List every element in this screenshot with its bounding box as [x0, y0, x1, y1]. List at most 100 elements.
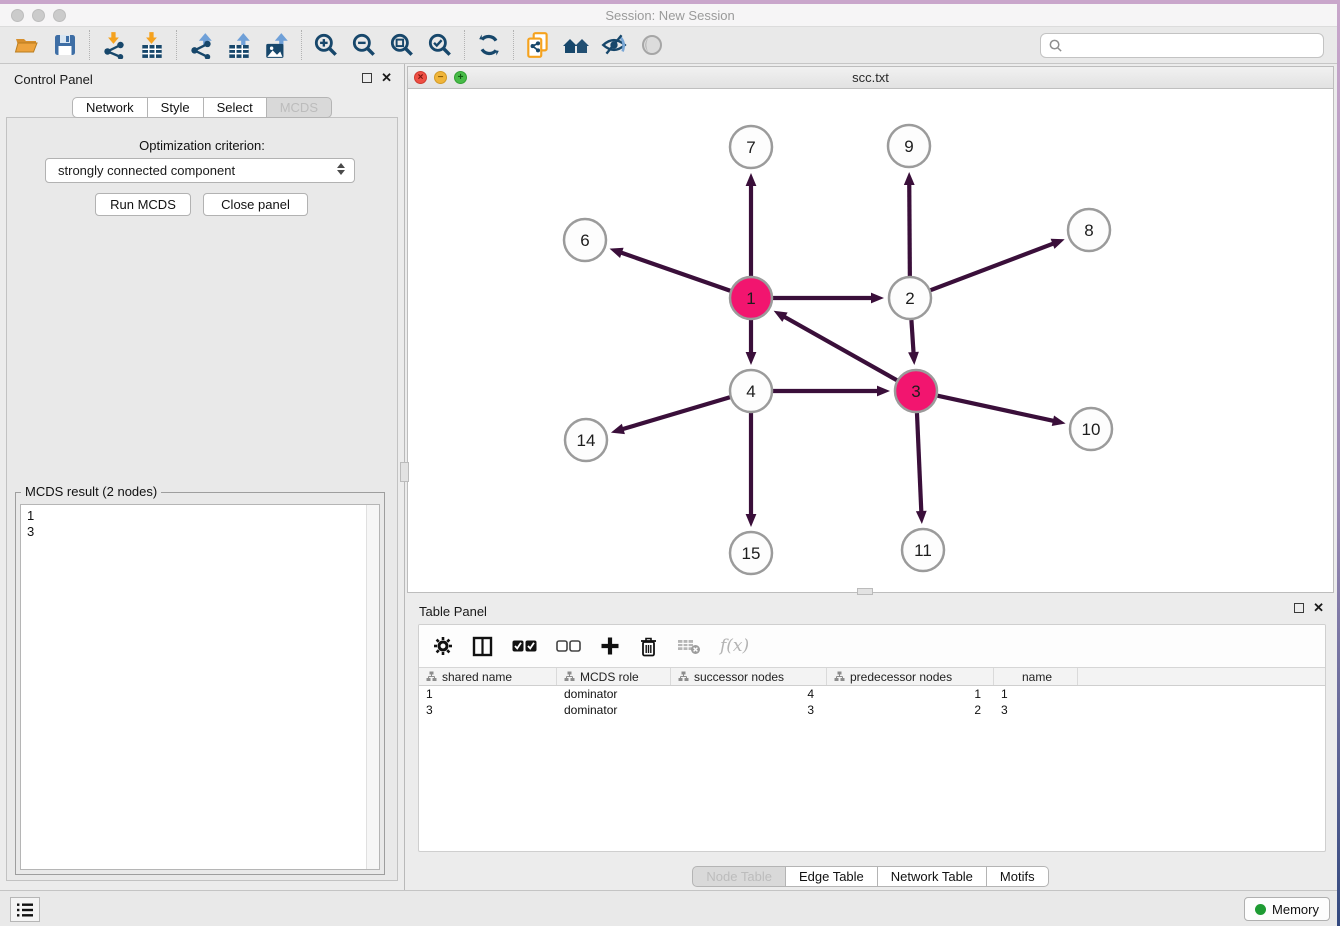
cell-predecessor-nodes[interactable]: 2: [827, 702, 994, 718]
mcds-result-area[interactable]: 1 3: [20, 504, 380, 870]
graph-edge-2-9[interactable]: [909, 181, 910, 276]
mcds-result-title: MCDS result (2 nodes): [21, 484, 161, 499]
graph-node-label: 9: [904, 137, 913, 156]
task-history-button[interactable]: [10, 897, 40, 922]
import-table-button[interactable]: [133, 29, 171, 61]
graph-node-label: 1: [746, 289, 755, 308]
graph-edge-arrowhead: [1051, 239, 1065, 249]
zoom-fit-button[interactable]: [383, 29, 421, 61]
graph-node-label: 6: [580, 231, 589, 250]
cell-name[interactable]: 1: [994, 686, 1078, 702]
graph-edge-3-11[interactable]: [917, 413, 921, 515]
export-image-button[interactable]: [258, 29, 296, 61]
open-session-button[interactable]: [8, 29, 46, 61]
network-window-titlebar[interactable]: × − + scc.txt: [408, 67, 1333, 89]
window-title: Session: New Session: [0, 4, 1340, 27]
duplicate-network-button[interactable]: [519, 29, 557, 61]
graph-edge-arrowhead: [746, 173, 757, 186]
optimization-criterion-select[interactable]: strongly connected component: [45, 158, 355, 183]
tab-style[interactable]: Style: [148, 97, 204, 118]
zoom-in-button[interactable]: [307, 29, 345, 61]
mcds-panel: Optimization criterion: strongly connect…: [6, 117, 398, 881]
export-network-icon: [187, 31, 215, 59]
memory-button[interactable]: Memory: [1244, 897, 1330, 921]
table-tab-network-table[interactable]: Network Table: [878, 866, 987, 887]
graph-edge-3-1[interactable]: [781, 315, 896, 380]
horizontal-splitter-grip[interactable]: [857, 588, 873, 595]
cell-shared-name[interactable]: 1: [419, 686, 557, 702]
cell-successor-nodes[interactable]: 3: [671, 702, 827, 718]
graph-node-label: 10: [1082, 420, 1101, 439]
cell-MCDS-role[interactable]: dominator: [557, 686, 671, 702]
cell-successor-nodes[interactable]: 4: [671, 686, 827, 702]
zoom-out-button[interactable]: [345, 29, 383, 61]
result-scrollbar[interactable]: [366, 505, 379, 869]
mcds-result-text: 1 3: [21, 505, 365, 869]
cell-predecessor-nodes[interactable]: 1: [827, 686, 994, 702]
delete-column-button[interactable]: [639, 636, 658, 657]
graph-edge-4-14[interactable]: [620, 397, 730, 430]
graph-edge-1-6[interactable]: [618, 252, 730, 291]
add-column-button[interactable]: [600, 636, 620, 656]
close-panel-button[interactable]: Close panel: [203, 193, 308, 216]
memory-status-icon: [1255, 904, 1266, 915]
show-columns-button[interactable]: [472, 636, 493, 657]
control-panel-tabs: NetworkStyleSelectMCDS: [0, 97, 404, 118]
tab-mcds[interactable]: MCDS: [267, 97, 332, 118]
graph-edge-2-3[interactable]: [911, 320, 913, 356]
table-header-row: shared nameMCDS rolesuccessor nodesprede…: [419, 667, 1325, 686]
unchecked-boxes-icon: [556, 640, 581, 652]
tab-select[interactable]: Select: [204, 97, 267, 118]
refresh-button[interactable]: [470, 29, 508, 61]
cell-name[interactable]: 3: [994, 702, 1078, 718]
save-session-button[interactable]: [46, 29, 84, 61]
search-input[interactable]: [1063, 37, 1316, 54]
run-mcds-button[interactable]: Run MCDS: [95, 193, 191, 216]
vertical-splitter-grip[interactable]: [400, 462, 409, 482]
home-button[interactable]: [557, 29, 595, 61]
control-panel: Control Panel ✕ NetworkStyleSelectMCDS O…: [0, 64, 405, 890]
column-header-shared-name[interactable]: shared name: [419, 668, 557, 685]
network-canvas[interactable]: 7968124314101511: [408, 89, 1333, 592]
save-icon: [52, 32, 78, 58]
close-table-panel-icon[interactable]: ✕: [1313, 602, 1324, 614]
graph-edge-2-8[interactable]: [931, 242, 1057, 290]
close-panel-icon[interactable]: ✕: [381, 72, 392, 84]
table-settings-button[interactable]: [433, 636, 453, 656]
float-panel-icon[interactable]: [362, 73, 372, 83]
table-row[interactable]: 3dominator323: [419, 702, 1325, 718]
desktop-edge-top: [0, 0, 1340, 4]
table-tab-edge-table[interactable]: Edge Table: [786, 866, 878, 887]
vizmapper-button[interactable]: [595, 29, 633, 61]
table-row[interactable]: 1dominator411: [419, 686, 1325, 702]
graph-edge-arrowhead: [871, 293, 884, 304]
column-header-MCDS-role[interactable]: MCDS role: [557, 668, 671, 685]
export-table-button[interactable]: [220, 29, 258, 61]
node-table-container: f(x) shared nameMCDS rolesuccessor nodes…: [418, 624, 1326, 852]
select-all-columns-button[interactable]: [512, 640, 537, 652]
graph-edge-arrowhead: [1052, 415, 1066, 426]
export-network-button[interactable]: [182, 29, 220, 61]
table-tab-motifs[interactable]: Motifs: [987, 866, 1049, 887]
mcds-result-groupbox: MCDS result (2 nodes) 1 3: [15, 492, 385, 875]
duplicate-network-icon: [524, 31, 552, 59]
cell-shared-name[interactable]: 3: [419, 702, 557, 718]
tab-network[interactable]: Network: [72, 97, 148, 118]
open-folder-icon: [13, 32, 41, 58]
column-header-successor-nodes[interactable]: successor nodes: [671, 668, 827, 685]
zoom-out-icon: [350, 31, 378, 59]
deselect-all-columns-button[interactable]: [556, 640, 581, 652]
float-table-panel-icon[interactable]: [1294, 603, 1304, 613]
select-chevrons-icon: [337, 163, 345, 175]
column-header-predecessor-nodes[interactable]: predecessor nodes: [827, 668, 994, 685]
zoom-selected-button[interactable]: [421, 29, 459, 61]
cell-MCDS-role[interactable]: dominator: [557, 702, 671, 718]
search-icon: [1048, 38, 1063, 53]
graph-edge-arrowhead: [904, 172, 915, 185]
attribute-icon: [426, 671, 437, 682]
import-network-button[interactable]: [95, 29, 133, 61]
table-tab-node-table[interactable]: Node Table: [692, 866, 786, 887]
graph-edge-arrowhead: [916, 511, 927, 524]
column-header-name[interactable]: name: [994, 668, 1078, 685]
graph-edge-3-10[interactable]: [937, 396, 1056, 422]
